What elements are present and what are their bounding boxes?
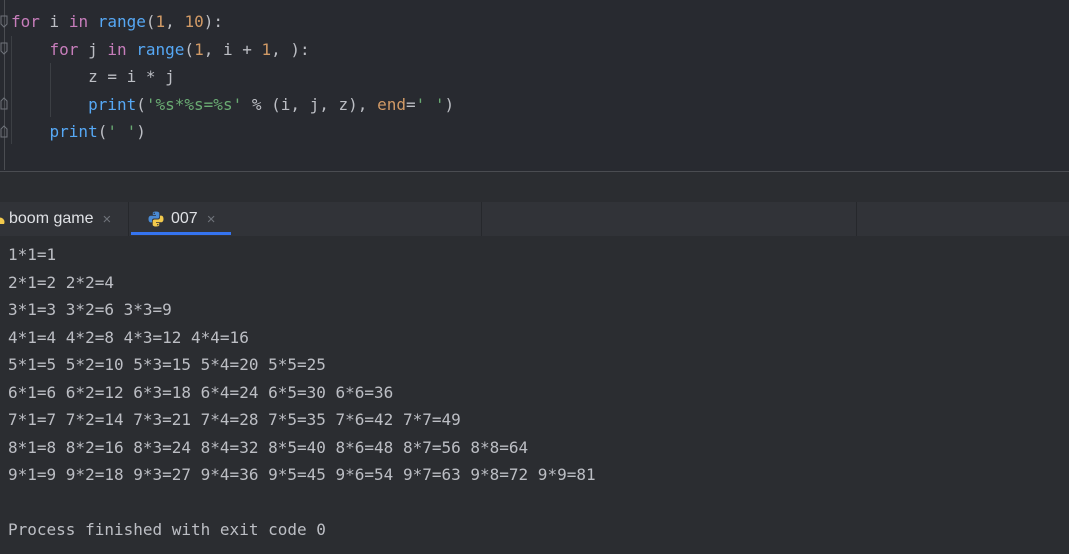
code-token: , [165, 12, 185, 31]
output-line: 3*1=3 3*2=6 3*3=9 [8, 300, 172, 319]
output-line: 4*1=4 4*2=8 4*3=12 4*4=16 [8, 327, 249, 347]
tab-label: boom game [9, 210, 94, 227]
code-token: ' ' [415, 94, 445, 114]
code-token: ) [136, 122, 146, 141]
code-token: print [49, 122, 98, 141]
code-token: = [405, 94, 416, 114]
output-line: 5*1=5 5*2=10 5*3=15 5*4=20 5*5=25 [8, 355, 326, 374]
code-token: % (i, j, z), [242, 94, 378, 114]
code-token: z = i * j [11, 67, 175, 86]
fold-close-icon[interactable] [0, 96, 8, 110]
code-editor[interactable]: for i in range(1, 10): for j in range(1,… [0, 0, 1069, 172]
code-token: for [11, 12, 40, 31]
code-token: in [107, 39, 127, 59]
code-token: ( [145, 12, 156, 31]
code-token: 1 [194, 39, 204, 59]
code-line[interactable]: for j in range(1, i + 1, ): [11, 36, 310, 63]
code-token: range [97, 12, 146, 31]
run-tabbar: boom game × 007 × [0, 202, 1069, 236]
panel-gap [0, 172, 1069, 202]
output-line: 8*1=8 8*2=16 8*3=24 8*4=32 8*5=40 8*6=48… [8, 437, 529, 457]
code-token: end [377, 94, 406, 114]
code-token: ' ' [107, 122, 137, 141]
output-line: 6*1=6 6*2=12 6*3=18 6*4=24 6*5=30 6*6=36 [8, 382, 394, 402]
code-token: in [68, 12, 89, 31]
code-token: ( [97, 122, 108, 141]
code-token: ( [136, 94, 146, 114]
exit-message: Process finished with exit code 0 [8, 520, 326, 539]
code-token: , i + [203, 39, 262, 59]
tab-separator [128, 202, 129, 236]
fold-open-icon[interactable] [0, 15, 8, 29]
fold-close-icon[interactable] [0, 124, 8, 138]
active-tab-indicator [131, 232, 231, 235]
tab-007[interactable]: 007 × [147, 202, 215, 236]
code-line[interactable]: print(' ') [11, 118, 146, 145]
output-line: 1*1=1 [8, 245, 57, 264]
code-token: 1 [261, 39, 272, 59]
code-token: j [78, 39, 108, 59]
tab-separator [481, 202, 482, 236]
code-token: 10 [184, 12, 204, 31]
code-line[interactable]: print('%s*%s=%s' % (i, j, z), end=' ') [11, 91, 454, 118]
code-line[interactable]: z = i * j [11, 63, 175, 90]
code-token: print [88, 94, 137, 114]
output-line: 9*1=9 9*2=18 9*3=27 9*4=36 9*5=45 9*6=54… [8, 465, 596, 484]
output-line: 7*1=7 7*2=14 7*3=21 7*4=28 7*5=35 7*6=42… [8, 410, 461, 429]
output-line: 2*1=2 2*2=4 [8, 272, 114, 292]
code-token: for [49, 39, 79, 59]
close-icon[interactable]: × [103, 211, 112, 228]
tab-boom-game[interactable]: boom game × [0, 202, 111, 236]
tab-separator [856, 202, 857, 236]
code-token: i [39, 12, 69, 31]
code-token: ) [444, 94, 455, 114]
run-console[interactable]: 1*1=1 2*1=2 2*2=4 3*1=3 3*2=6 3*3=9 4*1=4 4… [0, 236, 1069, 554]
close-icon[interactable]: × [207, 211, 216, 228]
python-icon [147, 210, 165, 228]
code-token: '%s*%s=%s' [145, 94, 243, 114]
python-file-icon [0, 214, 5, 224]
fold-open-icon[interactable] [0, 42, 8, 56]
code-token: range [136, 39, 185, 59]
code-token: ( [184, 39, 195, 59]
code-token: , ): [271, 39, 310, 59]
tab-label: 007 [171, 210, 198, 227]
code-line[interactable]: for i in range(1, 10): [11, 8, 223, 35]
code-token: 1 [155, 12, 166, 31]
code-token: ): [203, 12, 223, 31]
